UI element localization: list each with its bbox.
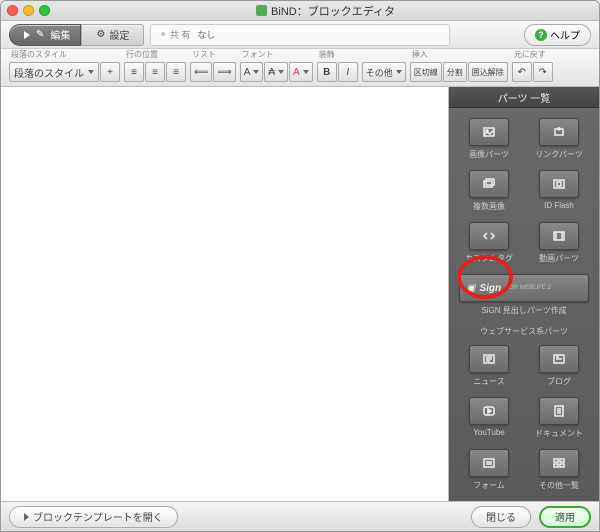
group-label xyxy=(362,51,406,60)
align-right-button[interactable]: ≡ xyxy=(166,62,186,82)
link-icon xyxy=(552,125,566,139)
part-custom-tag[interactable]: カスタムタグ xyxy=(457,220,521,266)
settings-button[interactable]: ⚙ 設定 xyxy=(81,24,144,46)
window-title: BiND：ブロックエディタ xyxy=(58,3,593,19)
share-field[interactable]: ⚬共 有 なし xyxy=(150,24,450,46)
group-label: 行の位置 xyxy=(124,49,186,60)
part-blog[interactable]: ブログ xyxy=(527,343,591,389)
group-label: 段落のスタイル xyxy=(9,49,120,60)
split-button[interactable]: 分割 xyxy=(443,62,467,82)
align-center-button[interactable]: ≡ xyxy=(145,62,165,82)
part-document[interactable]: ドキュメント xyxy=(527,395,591,441)
align-left-button[interactable]: ≡ xyxy=(124,62,144,82)
open-template-button[interactable]: ブロックテンプレートを開く xyxy=(9,506,178,528)
font-color-button[interactable]: ₳ xyxy=(264,62,288,82)
part-link[interactable]: リンクパーツ xyxy=(527,116,591,162)
titlebar: BiND：ブロックエディタ xyxy=(1,1,599,21)
separator-button[interactable]: 区切線 xyxy=(410,62,442,82)
part-other[interactable]: その他一覧 xyxy=(527,447,591,493)
multi-image-icon xyxy=(482,177,496,191)
group-label: 装飾 xyxy=(317,49,358,60)
group-label: リスト xyxy=(190,49,236,60)
idflash-icon xyxy=(552,177,566,191)
group-label: フォント xyxy=(240,49,313,60)
apply-button[interactable]: 適用 xyxy=(539,506,591,528)
edit-button[interactable]: ✎ 編集 xyxy=(9,24,81,46)
play-icon xyxy=(24,31,30,39)
undo-button[interactable]: ↶ xyxy=(512,62,532,82)
main-toolbar: ✎ 編集 ⚙ 設定 ⚬共 有 なし ? ヘルプ xyxy=(1,21,599,49)
part-news[interactable]: ニュース xyxy=(457,343,521,389)
help-icon: ? xyxy=(535,29,547,41)
triangle-icon xyxy=(24,513,29,521)
window-zoom-icon[interactable] xyxy=(39,5,50,16)
section-webservice: ウェブサービス系パーツ xyxy=(457,326,591,337)
editor-canvas[interactable] xyxy=(1,87,449,501)
redo-button[interactable]: ↷ xyxy=(533,62,553,82)
form-icon xyxy=(482,456,496,470)
close-button[interactable]: 閉じる xyxy=(471,506,531,528)
grid-icon xyxy=(552,456,566,470)
part-multi-image[interactable]: 複数画像 xyxy=(457,168,521,214)
footer: ブロックテンプレートを開く 閉じる 適用 xyxy=(1,501,599,531)
enclose-button[interactable]: 囲込解除 xyxy=(468,62,508,82)
part-idflash[interactable]: ID Flash xyxy=(527,168,591,214)
news-icon xyxy=(482,352,496,366)
app-badge-icon xyxy=(256,5,267,16)
code-icon xyxy=(482,229,496,243)
font-size-button[interactable]: A xyxy=(240,62,264,82)
group-label: 挿入 xyxy=(410,49,508,60)
part-sign[interactable]: ▣ Sign FOR WEBLIFE 2 SiGN 見出しパーツ作成 xyxy=(457,272,591,318)
format-toolbar: 段落のスタイル 段落のスタイル + 行の位置 ≡ ≡ ≡ リスト ⟸ ⟹ フォン… xyxy=(1,49,599,87)
group-label: 元に戻す xyxy=(512,49,553,60)
parts-panel: パーツ 一覧 画像パーツ リンクパーツ 複数画像 ID Flash xyxy=(449,87,599,501)
part-image[interactable]: 画像パーツ xyxy=(457,116,521,162)
bold-button[interactable]: B xyxy=(317,62,337,82)
blog-icon xyxy=(552,352,566,366)
style-plus-button[interactable]: + xyxy=(100,62,120,82)
list-back-button[interactable]: ⟸ xyxy=(190,62,212,82)
part-video[interactable]: 動画パーツ xyxy=(527,220,591,266)
other-select[interactable]: その他 xyxy=(362,62,406,82)
part-form[interactable]: フォーム xyxy=(457,447,521,493)
document-icon xyxy=(552,404,566,418)
part-youtube[interactable]: YouTube xyxy=(457,395,521,441)
font-highlight-button[interactable]: A xyxy=(289,62,313,82)
film-icon xyxy=(552,229,566,243)
window-close-icon[interactable] xyxy=(7,5,18,16)
paragraph-style-select[interactable]: 段落のスタイル xyxy=(9,62,99,82)
panel-header: パーツ 一覧 xyxy=(449,87,599,108)
sign-icon: ▣ xyxy=(466,283,475,294)
italic-button[interactable]: I xyxy=(338,62,358,82)
image-icon xyxy=(482,125,496,139)
youtube-icon xyxy=(482,404,496,418)
window-minimize-icon[interactable] xyxy=(23,5,34,16)
list-fwd-button[interactable]: ⟹ xyxy=(213,62,235,82)
help-button[interactable]: ? ヘルプ xyxy=(524,24,591,46)
